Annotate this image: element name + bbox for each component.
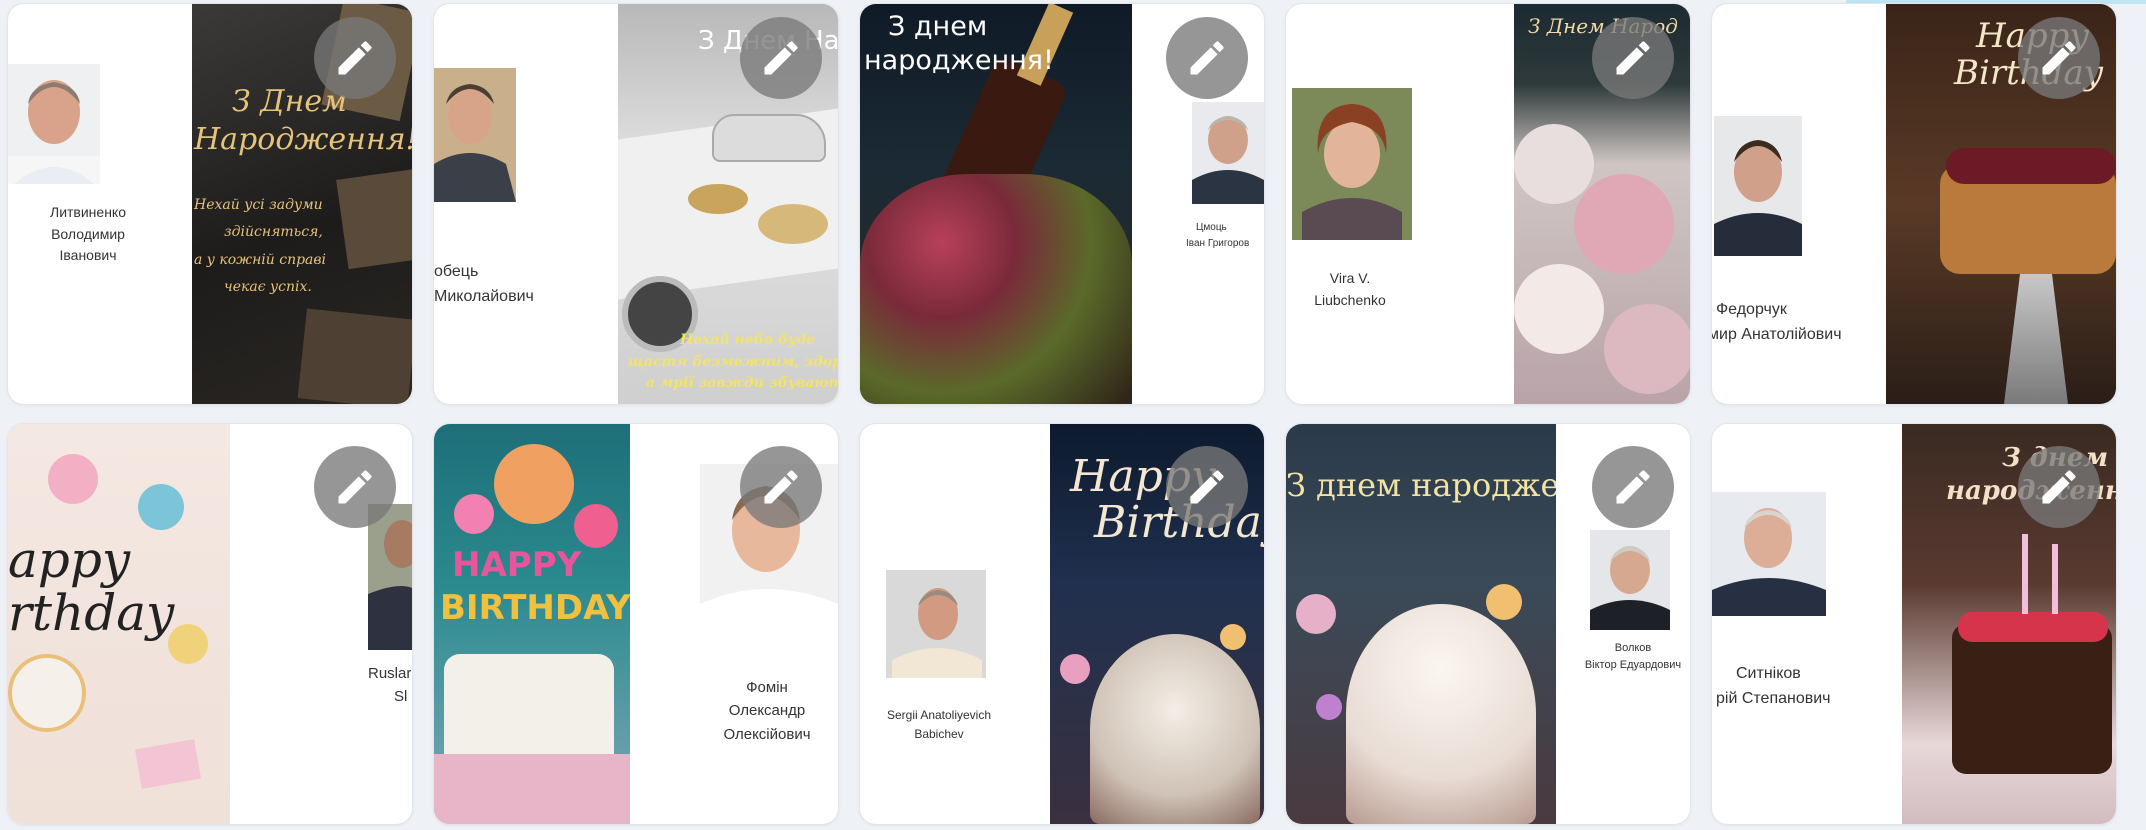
card-greeting-title-2: Народження! <box>194 122 412 157</box>
card-image: З днем народження! <box>1286 424 1556 824</box>
edit-button[interactable] <box>1592 446 1674 528</box>
card-image: appy rthday <box>8 424 230 824</box>
person-name: Литвиненко Володимир Іванович <box>50 204 126 264</box>
edit-button[interactable] <box>740 17 822 99</box>
greeting-card[interactable]: Sergii AnatoliyevichBabichev HappyBirthd… <box>860 424 1264 824</box>
edit-button[interactable] <box>740 446 822 528</box>
person-photo <box>368 504 412 650</box>
pencil-icon <box>1190 41 1224 75</box>
person-name: обець Миколайович <box>434 263 534 305</box>
card-greeting-body: Нехай усі задуми здійсняться, а у кожній с… <box>194 197 327 295</box>
card-greeting-title: З днем народження! <box>864 11 1054 76</box>
edit-button[interactable] <box>2018 17 2100 99</box>
pencil-icon <box>2042 41 2076 75</box>
edit-button[interactable] <box>314 17 396 99</box>
pencil-icon <box>338 470 372 504</box>
person-photo <box>886 570 986 678</box>
person-photo <box>1192 102 1264 204</box>
card-image: HAPPY BIRTHDAY <box>434 424 630 824</box>
pencil-icon <box>2042 470 2076 504</box>
greeting-card[interactable]: З днем народження! Цмоць Іван Григоров <box>860 4 1264 404</box>
person-photo <box>1590 530 1670 630</box>
card-greeting-title: HAPPY BIRTHDAY <box>440 545 630 628</box>
edit-button[interactable] <box>1166 17 1248 99</box>
person-name: Ситніков рій Степанович <box>1716 665 1831 707</box>
pencil-icon <box>338 41 372 75</box>
card-greeting-title: appy rthday <box>8 531 175 642</box>
greeting-card[interactable]: Vira V. Liubchenko З Днем Народ <box>1286 4 1690 404</box>
greeting-card[interactable]: З днем народження! ВолковВіктор Едуардов… <box>1286 424 1690 824</box>
greeting-card[interactable]: Федорчукмир Анатолійович HappyBirthday <box>1712 4 2116 404</box>
person-name: Sergii Anatoliyevich Babichev <box>886 708 992 741</box>
pencil-icon <box>764 470 798 504</box>
card-greeting-body: Нехай небо буде щастя безмежним, здоро а м… <box>628 332 838 392</box>
greeting-card[interactable]: appy rthday Ruslar Sl <box>8 424 412 824</box>
pencil-icon <box>1616 470 1650 504</box>
person-name: Федорчук мир Анатолійович <box>1712 301 1842 343</box>
greeting-card[interactable]: HAPPY BIRTHDAY Фомін Олександр Олексійович <box>434 424 838 824</box>
edit-button[interactable] <box>314 446 396 528</box>
greeting-card[interactable]: обецьМиколайович З Днем Нар Нехай небо б… <box>434 4 838 404</box>
person-photo <box>1292 88 1412 240</box>
pencil-icon <box>1616 41 1650 75</box>
person-name: Фомін Олександр Олексійович <box>723 679 811 743</box>
person-name: Цмоць Іван Григоров <box>1186 222 1250 249</box>
pencil-icon <box>764 41 798 75</box>
edit-button[interactable] <box>1166 446 1248 528</box>
person-name: Vira V. Liubchenko <box>1314 270 1386 308</box>
edit-button[interactable] <box>2018 446 2100 528</box>
person-photo <box>434 68 516 202</box>
person-photo <box>8 64 100 184</box>
greeting-card[interactable]: Литвиненко Володимир Іванович З Днем Народ… <box>8 4 412 404</box>
person-photo <box>1712 492 1826 616</box>
person-photo <box>1714 116 1802 256</box>
edit-button[interactable] <box>1592 17 1674 99</box>
card-greeting-title: З днем народження! <box>1286 466 1556 504</box>
card-image: З днем народження! <box>860 4 1132 404</box>
person-name: Волков Віктор Едуардович <box>1584 642 1682 672</box>
greeting-card[interactable]: Ситніковрій Степанович З днемнародження <box>1712 424 2116 824</box>
person-name: Ruslar Sl <box>368 665 412 706</box>
pencil-icon <box>1190 470 1224 504</box>
